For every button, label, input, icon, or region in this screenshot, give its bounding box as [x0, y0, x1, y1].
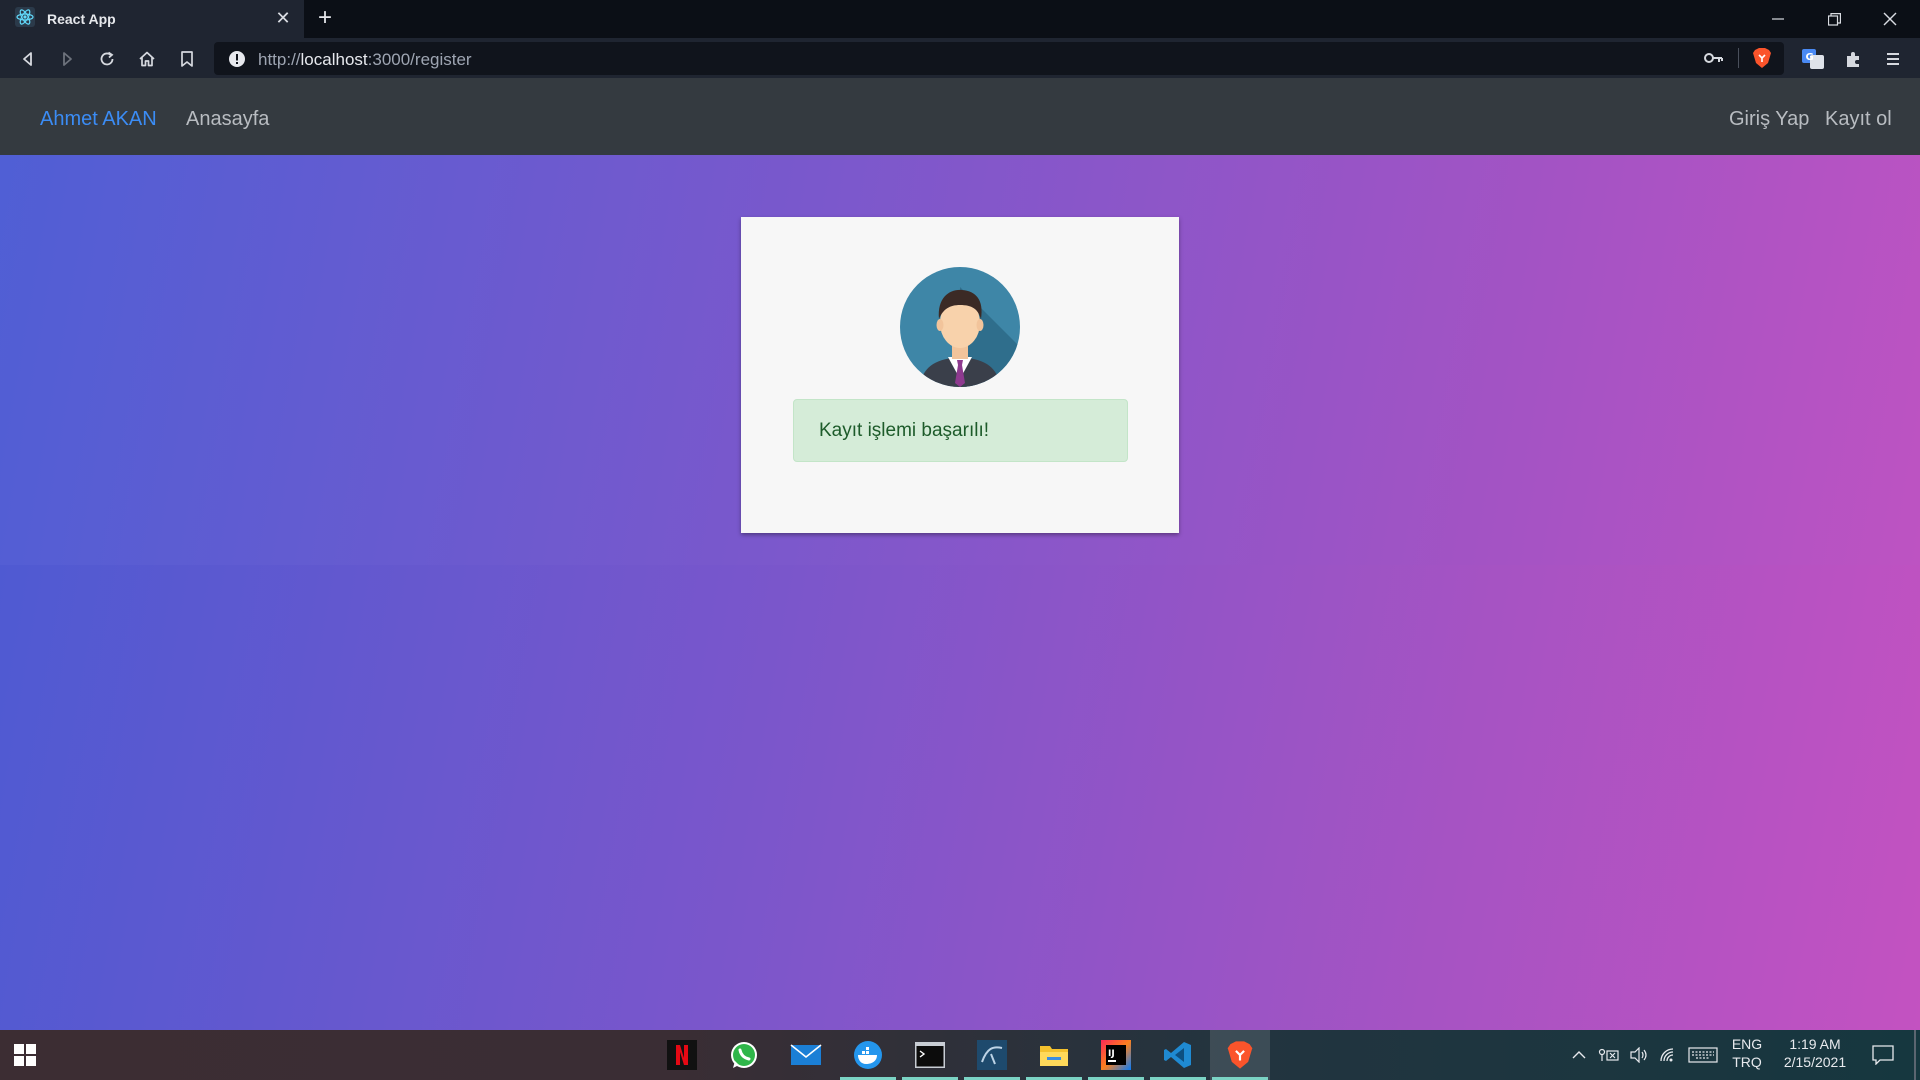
extensions-icon[interactable] [1840, 46, 1866, 72]
browser-tab[interactable]: React App ✕ [0, 0, 304, 38]
language-indicator[interactable]: ENG TRQ [1726, 1036, 1768, 1070]
language-code: ENG [1731, 1036, 1763, 1052]
key-icon[interactable] [1704, 50, 1724, 70]
nav-link-register[interactable]: Kayıt ol [1825, 108, 1892, 131]
netflix-icon[interactable] [652, 1030, 712, 1080]
show-desktop-button[interactable] [1914, 1030, 1916, 1080]
mail-icon[interactable] [776, 1030, 836, 1080]
close-window-button[interactable] [1862, 0, 1918, 38]
windows-taskbar: IJ ENG TRQ 1:19 AM 2/15/2021 [0, 1030, 1920, 1080]
info-icon[interactable] [228, 50, 246, 72]
page-background-lower [0, 565, 1920, 1030]
url-text: http://localhost:3000/register [258, 50, 472, 69]
svg-text:IJ: IJ [1108, 1049, 1115, 1059]
plus-icon[interactable]: + [312, 6, 338, 32]
keyboard-icon[interactable] [1688, 1045, 1718, 1065]
brave-shield-icon[interactable] [1752, 47, 1772, 73]
minimize-button[interactable] [1750, 0, 1806, 38]
mysql-workbench-icon[interactable] [962, 1030, 1022, 1080]
clock[interactable]: 1:19 AM 2/15/2021 [1770, 1036, 1860, 1070]
windows-start-icon[interactable] [14, 1044, 38, 1068]
bookmark-icon[interactable] [174, 46, 200, 72]
chevron-up-icon[interactable] [1568, 1045, 1590, 1065]
clock-time: 1:19 AM [1789, 1036, 1841, 1052]
tab-title: React App [47, 11, 116, 27]
businessman-avatar-icon [900, 267, 1020, 387]
brave-icon[interactable] [1210, 1030, 1270, 1080]
svg-text:G: G [1806, 52, 1814, 63]
restore-button[interactable] [1806, 0, 1862, 38]
wifi-icon[interactable] [1658, 1045, 1680, 1065]
intellij-icon[interactable]: IJ [1086, 1030, 1146, 1080]
translate-icon[interactable]: G [1800, 46, 1826, 72]
terminal-icon[interactable] [900, 1030, 960, 1080]
web-page: Ahmet AKAN Anasayfa Giriş Yap Kayıt ol K… [0, 78, 1920, 1030]
home-icon[interactable] [134, 46, 160, 72]
site-navbar: Ahmet AKAN Anasayfa Giriş Yap Kayıt ol [0, 78, 1920, 155]
browser-toolbar: http://localhost:3000/register G [0, 38, 1920, 78]
notification-icon[interactable] [1870, 1045, 1896, 1065]
file-explorer-icon[interactable] [1024, 1030, 1084, 1080]
reload-icon[interactable] [94, 46, 120, 72]
react-icon [15, 7, 35, 31]
menu-icon[interactable] [1880, 46, 1906, 72]
address-bar[interactable]: http://localhost:3000/register [214, 42, 1784, 75]
volume-icon[interactable] [1628, 1045, 1650, 1065]
network-sync-icon[interactable] [1598, 1045, 1620, 1065]
register-card: Kayıt işlemi başarılı! [741, 217, 1179, 533]
clock-date: 2/15/2021 [1783, 1054, 1847, 1070]
close-icon[interactable]: ✕ [272, 8, 294, 30]
success-alert: Kayıt işlemi başarılı! [793, 399, 1128, 462]
nav-brand[interactable]: Ahmet AKAN [40, 108, 157, 131]
docker-icon[interactable] [838, 1030, 898, 1080]
back-icon[interactable] [15, 46, 41, 72]
forward-icon[interactable] [54, 46, 80, 72]
keyboard-layout-code: TRQ [1732, 1054, 1762, 1070]
nav-link-home[interactable]: Anasayfa [186, 108, 269, 131]
nav-link-login[interactable]: Giriş Yap [1729, 108, 1809, 131]
whatsapp-icon[interactable] [714, 1030, 774, 1080]
vscode-icon[interactable] [1148, 1030, 1208, 1080]
url-divider [1738, 48, 1739, 68]
browser-tab-strip: React App ✕ + [0, 0, 1920, 38]
